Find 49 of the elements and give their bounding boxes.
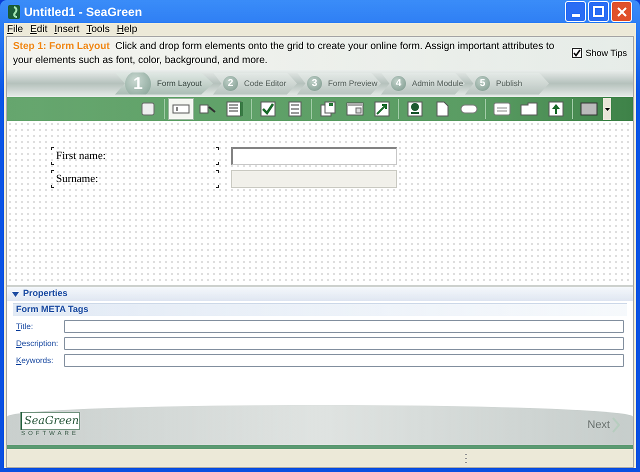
maximize-button[interactable] [588, 1, 609, 22]
upload-icon [547, 100, 565, 118]
menu-item[interactable]: Insert [54, 22, 80, 37]
text-input-field[interactable] [64, 354, 624, 367]
window-icon [346, 100, 364, 118]
folder-tab-icon [520, 100, 538, 118]
step-tab[interactable]: 2 Code Editor [213, 72, 297, 94]
list-box-icon [226, 100, 244, 118]
menu-item[interactable]: File [7, 22, 24, 37]
close-icon [616, 6, 626, 16]
window-title: Untitled1 - SeaGreen [24, 4, 142, 20]
documents-icon [319, 100, 337, 118]
close-button[interactable] [611, 1, 632, 22]
app-icon [8, 4, 20, 18]
form-label: Surname: [56, 172, 98, 187]
tip-text: Step 1: Form Layout Click and drop form elements onto the grid to create your online form. Assign important attributes to your elements such as font, color, background, and more. [13, 40, 556, 68]
step-tab[interactable]: 3 Form Preview [297, 72, 381, 94]
show-tips-label: Show Tips [585, 48, 627, 58]
text-input-field[interactable] [231, 170, 397, 188]
menu-item[interactable]: Edit [30, 22, 48, 37]
toolbar-button[interactable] [168, 98, 194, 120]
stamp-icon [406, 100, 424, 118]
checkmark-icon [259, 100, 277, 118]
form-label: First name: [56, 148, 106, 164]
minimize-button[interactable] [565, 1, 586, 22]
maximize-icon [593, 6, 604, 17]
color-swatch-icon [580, 100, 598, 118]
text-input-field[interactable] [64, 337, 624, 350]
minimize-icon [572, 14, 580, 17]
text-input-field[interactable] [64, 320, 624, 333]
step-tab[interactable]: 4 Admin Module [381, 72, 465, 94]
step-tab[interactable]: 1 Form Layout [115, 72, 213, 94]
field-label: Title: [16, 320, 34, 332]
menu-item[interactable]: Tools [86, 22, 110, 37]
blank-square-icon [139, 100, 157, 118]
collapse-icon[interactable] [12, 292, 19, 296]
logo-text: SeaGreen [23, 412, 79, 429]
show-tips-checkbox[interactable] [572, 48, 582, 58]
text-field-icon [493, 100, 511, 118]
section-heading: Form META Tags [16, 303, 88, 316]
field-label: Description: [16, 338, 60, 350]
dropdown-button[interactable] [603, 98, 611, 120]
caret-icon [604, 108, 610, 110]
step-tab[interactable]: 5 Publish [465, 72, 549, 94]
properties-heading: Properties [23, 287, 68, 300]
field-label: Keywords: [16, 354, 54, 366]
text-input-field[interactable] [231, 147, 397, 165]
menu-item[interactable]: Help [116, 22, 138, 37]
list-icon [286, 100, 304, 118]
